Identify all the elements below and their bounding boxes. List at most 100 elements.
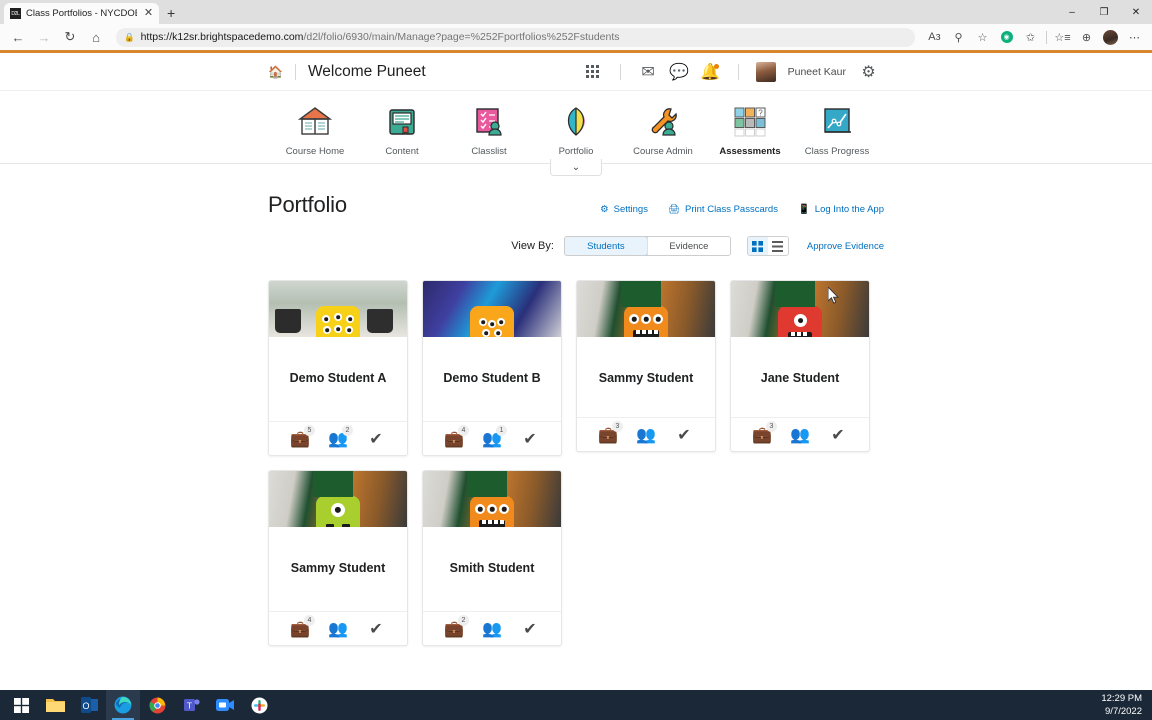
edge-icon[interactable]	[106, 690, 140, 720]
check-circle-icon[interactable]: ✔︎	[827, 424, 849, 446]
more-icon[interactable]: ⋯	[1123, 26, 1146, 48]
collections-icon[interactable]: ☆≡	[1051, 26, 1074, 48]
student-card[interactable]: Sammy Student 💼 3 👥 ✔︎	[576, 280, 716, 452]
student-card[interactable]: Smith Student 💼 2 👥 ✔︎	[422, 470, 562, 646]
navtile-portfolio[interactable]: Portfolio	[533, 103, 620, 157]
tab-title: Class Portfolios - NYCDOE Sand	[26, 8, 137, 19]
card-banner	[577, 281, 715, 337]
group-count-icon[interactable]: 👥 2	[327, 424, 353, 450]
waffle-icon[interactable]	[577, 58, 608, 86]
home-icon[interactable]: 🏠	[268, 65, 283, 79]
student-name: Sammy Student	[598, 371, 694, 385]
window-close-icon[interactable]: ✕	[1120, 0, 1152, 24]
home-icon[interactable]: ⌂	[84, 26, 108, 48]
close-icon[interactable]: ✕	[142, 8, 155, 19]
navtile-classlist[interactable]: Classlist	[446, 103, 533, 157]
tab-students[interactable]: Students	[564, 237, 648, 255]
group-count-icon[interactable]: 👥	[789, 424, 811, 446]
slack-icon[interactable]	[242, 690, 276, 720]
navtile-content[interactable]: Content	[359, 103, 446, 157]
back-icon[interactable]: ←	[6, 26, 30, 48]
start-icon[interactable]	[4, 690, 38, 720]
printer-icon: 🖨	[667, 204, 681, 215]
portfolio-count-icon[interactable]: 💼 3	[751, 420, 777, 446]
print-passcards-link[interactable]: 🖨 Print Class Passcards	[668, 204, 778, 215]
tab-evidence[interactable]: Evidence	[647, 237, 730, 255]
group-count-icon[interactable]: 👥	[481, 618, 503, 640]
group-count-icon[interactable]: 👥 1	[481, 424, 507, 450]
gear-icon[interactable]: ⚙	[853, 58, 884, 86]
profile-avatar[interactable]	[1099, 26, 1122, 48]
student-card[interactable]: Demo Student B 💼 4 👥 1 ✔︎	[422, 280, 562, 456]
navtile-assessments[interactable]: ? Assessments	[707, 103, 794, 157]
read-aloud-icon[interactable]: Aᴈ	[923, 26, 946, 48]
chrome-icon[interactable]	[140, 690, 174, 720]
navtile-label: Portfolio	[558, 146, 594, 157]
chevron-down-icon[interactable]: ⌄	[550, 159, 602, 176]
navtile-label: Course Admin	[633, 146, 693, 157]
portfolio-count-icon[interactable]: 💼 2	[443, 614, 469, 640]
card-stats: 💼 5 👥 2 ✔︎	[269, 421, 407, 455]
settings-icon[interactable]: ✩	[1019, 26, 1042, 48]
favorites-icon[interactable]: ☆	[971, 26, 994, 48]
group-count-icon[interactable]: 👥	[635, 424, 657, 446]
navtile-course-home[interactable]: Course Home	[272, 103, 359, 157]
student-card[interactable]: Demo Student A 💼 5 👥 2 ✔︎	[268, 280, 408, 456]
portfolio-count-icon[interactable]: 💼 5	[289, 424, 315, 450]
teams-icon[interactable]: T	[174, 690, 208, 720]
card-banner	[269, 471, 407, 527]
log-into-app-link[interactable]: 📱 Log Into the App	[798, 204, 884, 215]
card-banner	[269, 281, 407, 337]
user-name[interactable]: Puneet Kaur	[788, 66, 846, 78]
avatar[interactable]	[751, 58, 782, 86]
check-circle-icon[interactable]: ✔︎	[519, 618, 541, 640]
add-extension-icon[interactable]: ⊕	[1075, 26, 1098, 48]
approve-evidence-link[interactable]: Approve Evidence	[807, 241, 884, 252]
search-icon[interactable]: ⚲	[947, 26, 970, 48]
portfolio-count-icon[interactable]: 💼 4	[289, 614, 315, 640]
student-name: Demo Student B	[443, 371, 541, 385]
maximize-icon[interactable]: ❐	[1088, 0, 1120, 24]
extension-green-icon[interactable]: ◉	[995, 26, 1018, 48]
new-tab-button[interactable]: +	[167, 5, 175, 21]
card-stats: 💼 4 👥 ✔︎	[269, 611, 407, 645]
chat-icon[interactable]: 💬	[664, 58, 695, 86]
navtile-course-admin[interactable]: Course Admin	[620, 103, 707, 157]
forward-icon[interactable]: →	[32, 26, 56, 48]
notifications-icon[interactable]: 🔔	[695, 58, 726, 86]
browser-tab[interactable]: D2L Class Portfolios - NYCDOE Sand ✕	[4, 3, 159, 24]
group-count-icon[interactable]: 👥	[327, 618, 349, 640]
check-circle-icon[interactable]: ✔︎	[519, 428, 541, 450]
header-divider	[737, 63, 739, 80]
avatar	[316, 496, 360, 527]
student-name: Demo Student A	[289, 371, 387, 385]
file-explorer-icon[interactable]	[38, 690, 72, 720]
reload-icon[interactable]: ↻	[58, 26, 82, 48]
outlook-icon[interactable]: O	[72, 690, 106, 720]
group-count-badge: 2	[342, 424, 353, 436]
check-circle-icon[interactable]: ✔︎	[365, 618, 387, 640]
minimize-icon[interactable]: –	[1056, 0, 1088, 24]
email-icon[interactable]: ✉	[633, 58, 664, 86]
check-circle-icon[interactable]: ✔︎	[365, 428, 387, 450]
student-card[interactable]: Jane Student 💼 3 👥 ✔︎	[730, 280, 870, 452]
group-count-badge: 1	[496, 424, 507, 436]
gear-icon: ⚙	[600, 204, 609, 215]
student-card[interactable]: Sammy Student 💼 4 👥 ✔︎	[268, 470, 408, 646]
taskbar-clock[interactable]: 12:29 PM 9/7/2022	[1101, 692, 1152, 718]
avatar	[316, 306, 360, 337]
portfolio-count-badge: 4	[458, 424, 469, 436]
card-stats: 💼 4 👥 1 ✔︎	[423, 421, 561, 455]
zoom-icon[interactable]	[208, 690, 242, 720]
address-bar[interactable]: 🔒 https://k12sr.brightspacedemo.com/d2l/…	[116, 27, 915, 47]
navtile-label: Assessments	[719, 146, 781, 157]
grid-view-icon[interactable]	[747, 237, 768, 255]
svg-text:?: ?	[758, 109, 763, 118]
list-view-icon[interactable]	[767, 237, 788, 255]
navtile-class-progress[interactable]: Class Progress	[794, 103, 881, 157]
avatar	[778, 306, 822, 337]
portfolio-count-icon[interactable]: 💼 4	[443, 424, 469, 450]
check-circle-icon[interactable]: ✔︎	[673, 424, 695, 446]
settings-link[interactable]: ⚙ Settings	[600, 204, 648, 215]
portfolio-count-icon[interactable]: 💼 3	[597, 420, 623, 446]
